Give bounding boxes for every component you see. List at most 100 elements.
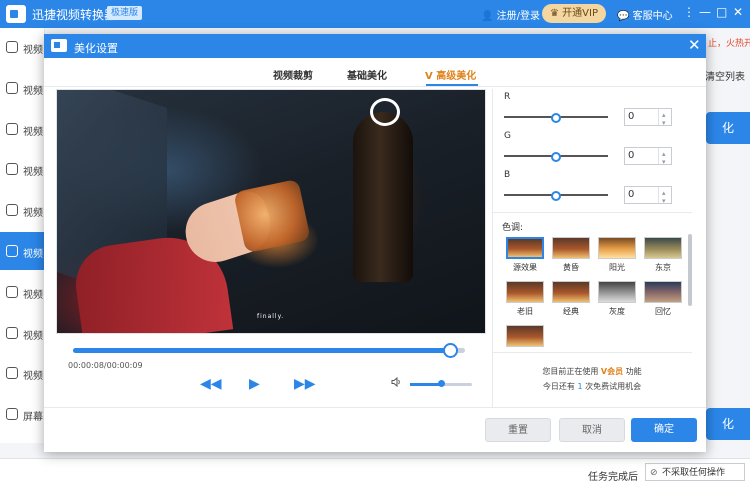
tone-thumbnail[interactable] — [506, 325, 544, 347]
volume-icon[interactable] — [391, 377, 401, 387]
video-preview[interactable]: finally. — [56, 89, 486, 334]
minimize-icon[interactable]: — — [699, 5, 711, 19]
sidebar-item-label: 屏幕 — [23, 412, 43, 424]
video-convert-icon — [6, 41, 18, 53]
dialog-close-icon[interactable]: ✕ — [688, 36, 701, 54]
reset-button[interactable]: 重置 — [485, 418, 551, 442]
sidebar-item[interactable]: 视频 — [0, 28, 44, 66]
login-link[interactable]: 👤 注册/登录 — [481, 7, 540, 22]
rgb-slider-r[interactable] — [504, 113, 608, 123]
tone-thumbnail[interactable] — [552, 237, 590, 259]
rgb-value-input-b[interactable]: 0 — [624, 185, 672, 209]
arrows-icon — [6, 367, 18, 380]
convert-button-bottom[interactable]: 化 — [706, 408, 750, 440]
tone-thumbnail[interactable] — [644, 237, 682, 259]
sidebar-item[interactable]: 视频 — [0, 150, 44, 188]
service-link[interactable]: 💬 客服中心 — [617, 7, 673, 22]
tone-title: 色调: — [502, 223, 524, 233]
rgb-slider-g[interactable] — [504, 152, 608, 162]
volume-slider[interactable] — [410, 380, 472, 387]
sidebar-item[interactable]: 视频 — [0, 354, 44, 392]
tone-thumbnail[interactable] — [598, 237, 636, 259]
spinner-arrows-icon[interactable] — [658, 185, 671, 209]
sidebar-item[interactable]: 视频 — [0, 191, 44, 229]
rgb-label-g: G — [504, 131, 511, 141]
video-bottle-shape — [353, 112, 413, 282]
maximize-icon[interactable]: □ — [716, 5, 727, 19]
tone-label: 灰度 — [609, 307, 625, 316]
rgb-value: 0 — [628, 111, 635, 122]
service-label: 客服中心 — [632, 11, 673, 22]
rewind-icon[interactable]: ◀◀ — [200, 376, 222, 392]
sidebar-item-label: 视频 — [23, 85, 43, 97]
tone-thumbnail[interactable] — [552, 281, 590, 303]
sidebar-item-label: 视频 — [23, 126, 43, 138]
convert-button-top[interactable]: 化 — [706, 112, 750, 144]
sidebar-item[interactable]: 视频 — [0, 273, 44, 311]
tone-label: 阳光 — [609, 263, 625, 272]
video-progress-bar[interactable] — [73, 343, 465, 358]
rgb-label-b: B — [504, 170, 511, 180]
trial-count: 1 — [577, 382, 583, 391]
confirm-button[interactable]: 确定 — [631, 418, 697, 442]
volume-fill — [410, 383, 441, 386]
vip-button[interactable]: ♛ 开通VIP — [542, 4, 606, 23]
trial-suffix: 次免费试用机会 — [585, 382, 642, 391]
rgb-value: 0 — [628, 150, 635, 161]
sidebar-item[interactable]: 视频 — [0, 232, 44, 270]
login-label[interactable]: 注册/登录 — [497, 11, 540, 22]
rgb-slider-handle[interactable] — [551, 191, 561, 201]
music-icon — [6, 326, 18, 339]
task-complete-select[interactable]: 不采取任何操作 — [645, 463, 745, 482]
gif-icon — [6, 163, 18, 176]
rgb-label-r: R — [504, 92, 511, 102]
video-timecode: 00:00:08/00:00:09 — [68, 361, 143, 370]
promo-hint[interactable]: 止，火热开抢 — [708, 36, 750, 49]
play-icon[interactable]: ▶ — [249, 376, 260, 392]
tone-scrollbar[interactable] — [688, 234, 692, 306]
clear-list-button[interactable]: 清空列表 — [705, 68, 745, 83]
vip-notice-line2: 今日还有 1 次免费试用机会 — [492, 381, 692, 392]
rgb-slider-b[interactable] — [504, 191, 608, 201]
vip-mark-icon: V — [425, 71, 433, 82]
vip-notice-line1: 您目前正在使用 V会员 功能 — [492, 366, 692, 377]
close-icon[interactable]: ✕ — [733, 5, 743, 19]
trial-prefix: 今日还有 — [542, 382, 575, 391]
sidebar-item[interactable]: 视频 — [0, 314, 44, 352]
sidebar-item-label: 视频 — [23, 371, 43, 383]
tab-advanced-label: 高级美化 — [436, 71, 477, 82]
tab-video-crop[interactable]: 视频裁剪 — [273, 67, 313, 82]
menu-icon[interactable]: ⋮ — [683, 5, 695, 19]
rgb-value-input-g[interactable]: 0 — [624, 146, 672, 170]
panel-divider-2 — [492, 352, 692, 353]
tab-basic-beautify[interactable]: 基础美化 — [347, 67, 387, 82]
spinner-arrows-icon[interactable] — [658, 146, 671, 170]
tone-label: 经典 — [563, 307, 579, 316]
video-progress-handle[interactable] — [443, 343, 459, 358]
tab-advanced-beautify[interactable]: V 高级美化 — [425, 67, 476, 82]
video-glass-shape — [233, 178, 311, 254]
spinner-arrows-icon[interactable] — [658, 107, 671, 131]
tone-thumbnail[interactable] — [506, 281, 544, 303]
dialog-footer-divider — [44, 407, 706, 408]
tone-thumbnail[interactable] — [506, 237, 544, 259]
rgb-value-input-r[interactable]: 0 — [624, 107, 672, 131]
sidebar-item-label: 视频 — [23, 289, 43, 301]
image-icon — [6, 285, 18, 298]
sidebar-item[interactable]: 屏幕 — [0, 395, 44, 433]
tone-label: 东京 — [655, 263, 671, 272]
tone-label: 黄昏 — [563, 263, 579, 272]
rgb-slider-handle[interactable] — [551, 152, 561, 162]
tone-thumbnail[interactable] — [598, 281, 636, 303]
sidebar-item[interactable]: 视频 — [0, 69, 44, 107]
volume-handle[interactable] — [438, 380, 445, 387]
cancel-button[interactable]: 取消 — [559, 418, 625, 442]
fast-forward-icon[interactable]: ▶▶ — [294, 376, 316, 392]
video-play-icon — [6, 122, 18, 135]
vip-notice-prefix: 您目前正在使用 — [542, 367, 599, 376]
tone-thumbnail[interactable] — [644, 281, 682, 303]
tone-label: 回忆 — [655, 307, 671, 316]
rgb-slider-handle[interactable] — [551, 113, 561, 123]
vip-button-label: 开通VIP — [562, 8, 598, 19]
sidebar-item[interactable]: 视频 — [0, 110, 44, 148]
